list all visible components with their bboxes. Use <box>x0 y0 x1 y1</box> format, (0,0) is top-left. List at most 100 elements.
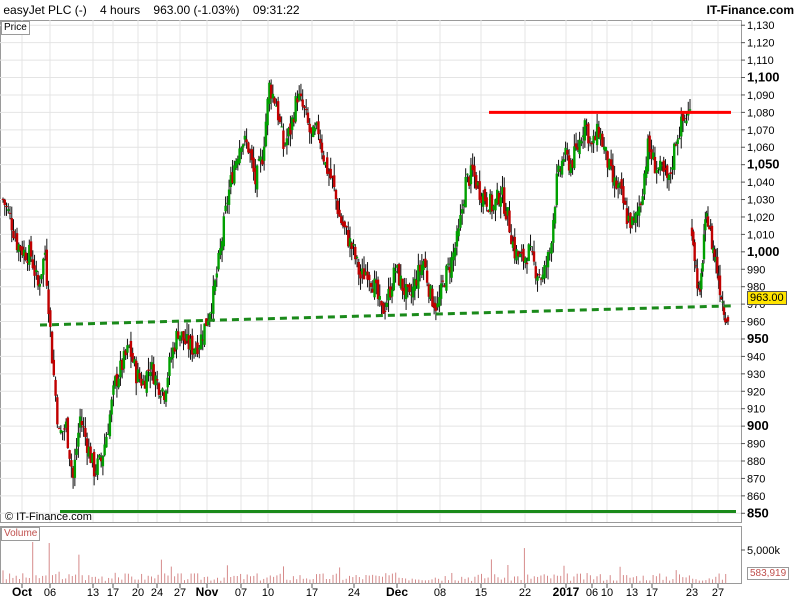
candle-up <box>394 270 397 273</box>
x-tick-label: 17 <box>306 587 318 599</box>
candle-down <box>70 460 73 467</box>
candles <box>1 79 730 489</box>
y-tick-label: 880 <box>747 456 765 468</box>
y-tick-label: 900 <box>747 418 769 433</box>
candle-up <box>543 265 546 279</box>
candle-up <box>7 209 10 211</box>
candle-down <box>66 417 70 449</box>
candle-up <box>101 455 105 467</box>
candle-down <box>726 317 730 322</box>
x-tick-label: 13 <box>87 587 99 599</box>
candle-down <box>425 270 429 283</box>
candle-down <box>333 175 336 188</box>
y-tick-label: 1,090 <box>747 90 775 102</box>
y-tick-label: 1,120 <box>747 38 775 50</box>
candle-down <box>322 155 325 162</box>
candle-up <box>460 209 464 214</box>
candle-up <box>168 356 171 376</box>
candle-down <box>473 165 476 177</box>
candle-down <box>718 275 722 296</box>
candle-down <box>299 93 303 97</box>
candle-up <box>313 128 317 132</box>
x-tick-label: 07 <box>235 587 247 599</box>
candle-down <box>273 97 276 104</box>
x-tick-label: 06 <box>586 587 598 599</box>
candle-up <box>580 141 583 144</box>
y-tick-label: 910 <box>747 404 765 416</box>
timeframe[interactable]: 4 hours <box>100 3 140 17</box>
candle-down <box>609 159 613 166</box>
candle-up <box>637 206 641 216</box>
candle-down <box>622 186 625 204</box>
candle-up <box>108 414 112 437</box>
candle-up <box>655 169 658 173</box>
candle-down <box>674 144 678 146</box>
instrument-name: easyJet PLC (-) <box>3 3 87 17</box>
candle-up <box>166 377 169 388</box>
candle-up <box>588 138 592 140</box>
candle-down <box>56 397 59 425</box>
price-change: 963.00 (-1.03%) <box>153 3 240 17</box>
candle-up <box>110 399 113 415</box>
y-tick-label: 870 <box>747 473 765 485</box>
candle-up <box>203 323 206 345</box>
candle-down <box>278 116 282 123</box>
candle-up <box>271 93 275 99</box>
candle-up <box>233 165 236 184</box>
candle-down <box>57 428 61 430</box>
candle-down <box>306 112 310 123</box>
candle-down <box>338 209 341 217</box>
candle-down <box>84 427 87 437</box>
x-tick-label: 06 <box>44 587 56 599</box>
candle-up <box>678 138 681 140</box>
candle-down <box>326 157 329 174</box>
candle-up <box>464 176 467 208</box>
candle-up <box>446 263 450 265</box>
candle-down <box>317 121 320 135</box>
y-tick-label: 860 <box>747 491 765 503</box>
x-tick-label: Oct <box>12 585 32 599</box>
x-tick-label: Dec <box>386 585 408 599</box>
x-tick-label: 20 <box>132 587 144 599</box>
candle-up <box>518 253 522 258</box>
candle-up <box>457 228 460 237</box>
candle-up <box>61 430 64 432</box>
candle-down <box>8 212 12 214</box>
candle-up <box>264 121 268 147</box>
candle-up <box>215 273 219 278</box>
candle-up <box>42 258 45 275</box>
candle-down <box>49 310 52 327</box>
candle-up <box>560 160 564 175</box>
candle-up <box>255 165 259 190</box>
candle-down <box>334 189 338 200</box>
candle-up <box>285 138 289 146</box>
candle-up <box>217 252 220 270</box>
candle-down <box>245 139 248 143</box>
candle-down <box>574 143 578 148</box>
candle-up <box>573 146 576 169</box>
candle-down <box>669 172 672 174</box>
y-tick-label: 1,130 <box>747 20 775 32</box>
x-tick-label: 23 <box>686 587 698 599</box>
candle-up <box>555 173 559 205</box>
candle-up <box>73 459 77 478</box>
volume-panel-frame <box>0 526 742 584</box>
y-tick-label: 1,000 <box>747 244 780 259</box>
candle-up <box>562 159 566 162</box>
candle-up <box>145 371 148 393</box>
candle-up <box>524 257 527 263</box>
y-tick-label: 930 <box>747 369 765 381</box>
y-tick-label: 850 <box>747 505 769 520</box>
x-tick-label: 27 <box>712 587 724 599</box>
x-tick-label: 15 <box>475 587 487 599</box>
candle-up <box>390 289 394 297</box>
candle-up <box>459 215 462 228</box>
x-tick-label: Nov <box>196 585 219 599</box>
stock-chart[interactable]: 8508608708808909009109209309409509609709… <box>0 0 800 600</box>
candle-up <box>546 251 550 268</box>
candle-down <box>54 379 57 396</box>
x-tick-label: 27 <box>174 587 186 599</box>
candle-down <box>525 262 529 265</box>
candle-down <box>587 123 590 144</box>
copyright-notice: © IT-Finance.com <box>5 511 92 523</box>
